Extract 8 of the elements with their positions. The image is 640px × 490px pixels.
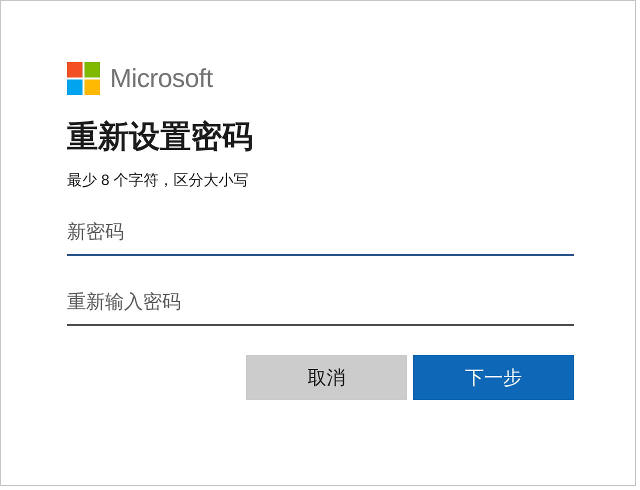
logo-icon: [67, 62, 100, 95]
password-hint: 最少 8 个字符，区分大小写: [67, 171, 250, 190]
password-field[interactable]: 新密码: [67, 214, 574, 256]
logo-text: Microsoft: [110, 63, 213, 94]
password-field[interactable]: 重新输入密码: [67, 284, 574, 326]
next-button[interactable]: 下一步: [413, 355, 574, 400]
cancel-button[interactable]: 取消: [246, 355, 407, 400]
page-title: 重新设置密码: [67, 118, 254, 156]
